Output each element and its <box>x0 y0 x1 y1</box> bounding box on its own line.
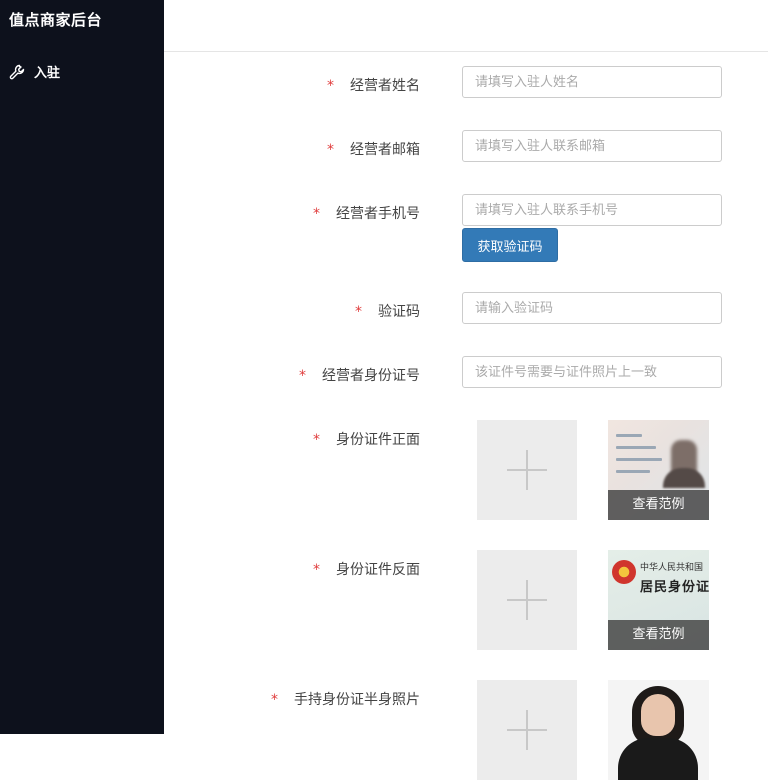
field-label: * 经营者手机号 <box>313 206 420 222</box>
wrench-icon <box>9 64 25 79</box>
sidebar: 值点商家后台 入驻 <box>0 0 164 734</box>
required-mark: * <box>355 304 362 320</box>
operator-phone-input[interactable] <box>462 194 722 226</box>
id-number-input[interactable] <box>462 356 722 388</box>
id-back-sample-image: 中华人民共和国 居民身份证 查看范例 <box>608 550 709 650</box>
field-label: * 经营者身份证号 <box>299 368 420 384</box>
required-mark: * <box>271 692 278 708</box>
required-mark: * <box>313 562 320 578</box>
sample-text: 中华人民共和国 <box>640 563 704 573</box>
view-sample-button[interactable]: 查看范例 <box>608 620 709 650</box>
field-label: * 经营者姓名 <box>327 78 420 94</box>
operator-name-input[interactable] <box>462 66 722 98</box>
id-hold-sample-image <box>608 680 709 780</box>
brand-title: 值点商家后台 <box>9 11 103 29</box>
field-label: * 验证码 <box>355 304 420 320</box>
field-label: * 身份证件正面 <box>313 432 420 448</box>
required-mark: * <box>327 142 334 158</box>
id-front-upload-box[interactable] <box>477 420 577 520</box>
id-front-sample-image: 查看范例 <box>608 420 709 520</box>
id-hold-upload-box[interactable] <box>477 680 577 780</box>
required-mark: * <box>327 78 334 94</box>
get-verification-code-button[interactable]: 获取验证码 <box>462 228 558 262</box>
settle-in-form: *经营者姓名 *经营者邮箱 *经营者手机号 获取验证码 *验证码 *经营者身份证… <box>164 52 768 780</box>
top-bar <box>164 0 768 52</box>
required-mark: * <box>313 206 320 222</box>
field-label: * 手持身份证半身照片 <box>271 692 420 708</box>
field-label: * 身份证件反面 <box>313 562 420 578</box>
verification-code-input[interactable] <box>462 292 722 324</box>
id-back-upload-box[interactable] <box>477 550 577 650</box>
sample-text: 居民身份证 <box>640 580 709 595</box>
view-sample-button[interactable]: 查看范例 <box>608 490 709 520</box>
sidebar-item-label: 入驻 <box>34 66 61 81</box>
required-mark: * <box>299 368 306 384</box>
national-emblem-icon <box>612 560 636 584</box>
operator-email-input[interactable] <box>462 130 722 162</box>
sidebar-item-settle-in[interactable]: 入驻 <box>9 62 60 81</box>
required-mark: * <box>313 432 320 448</box>
field-label: * 经营者邮箱 <box>327 142 420 158</box>
